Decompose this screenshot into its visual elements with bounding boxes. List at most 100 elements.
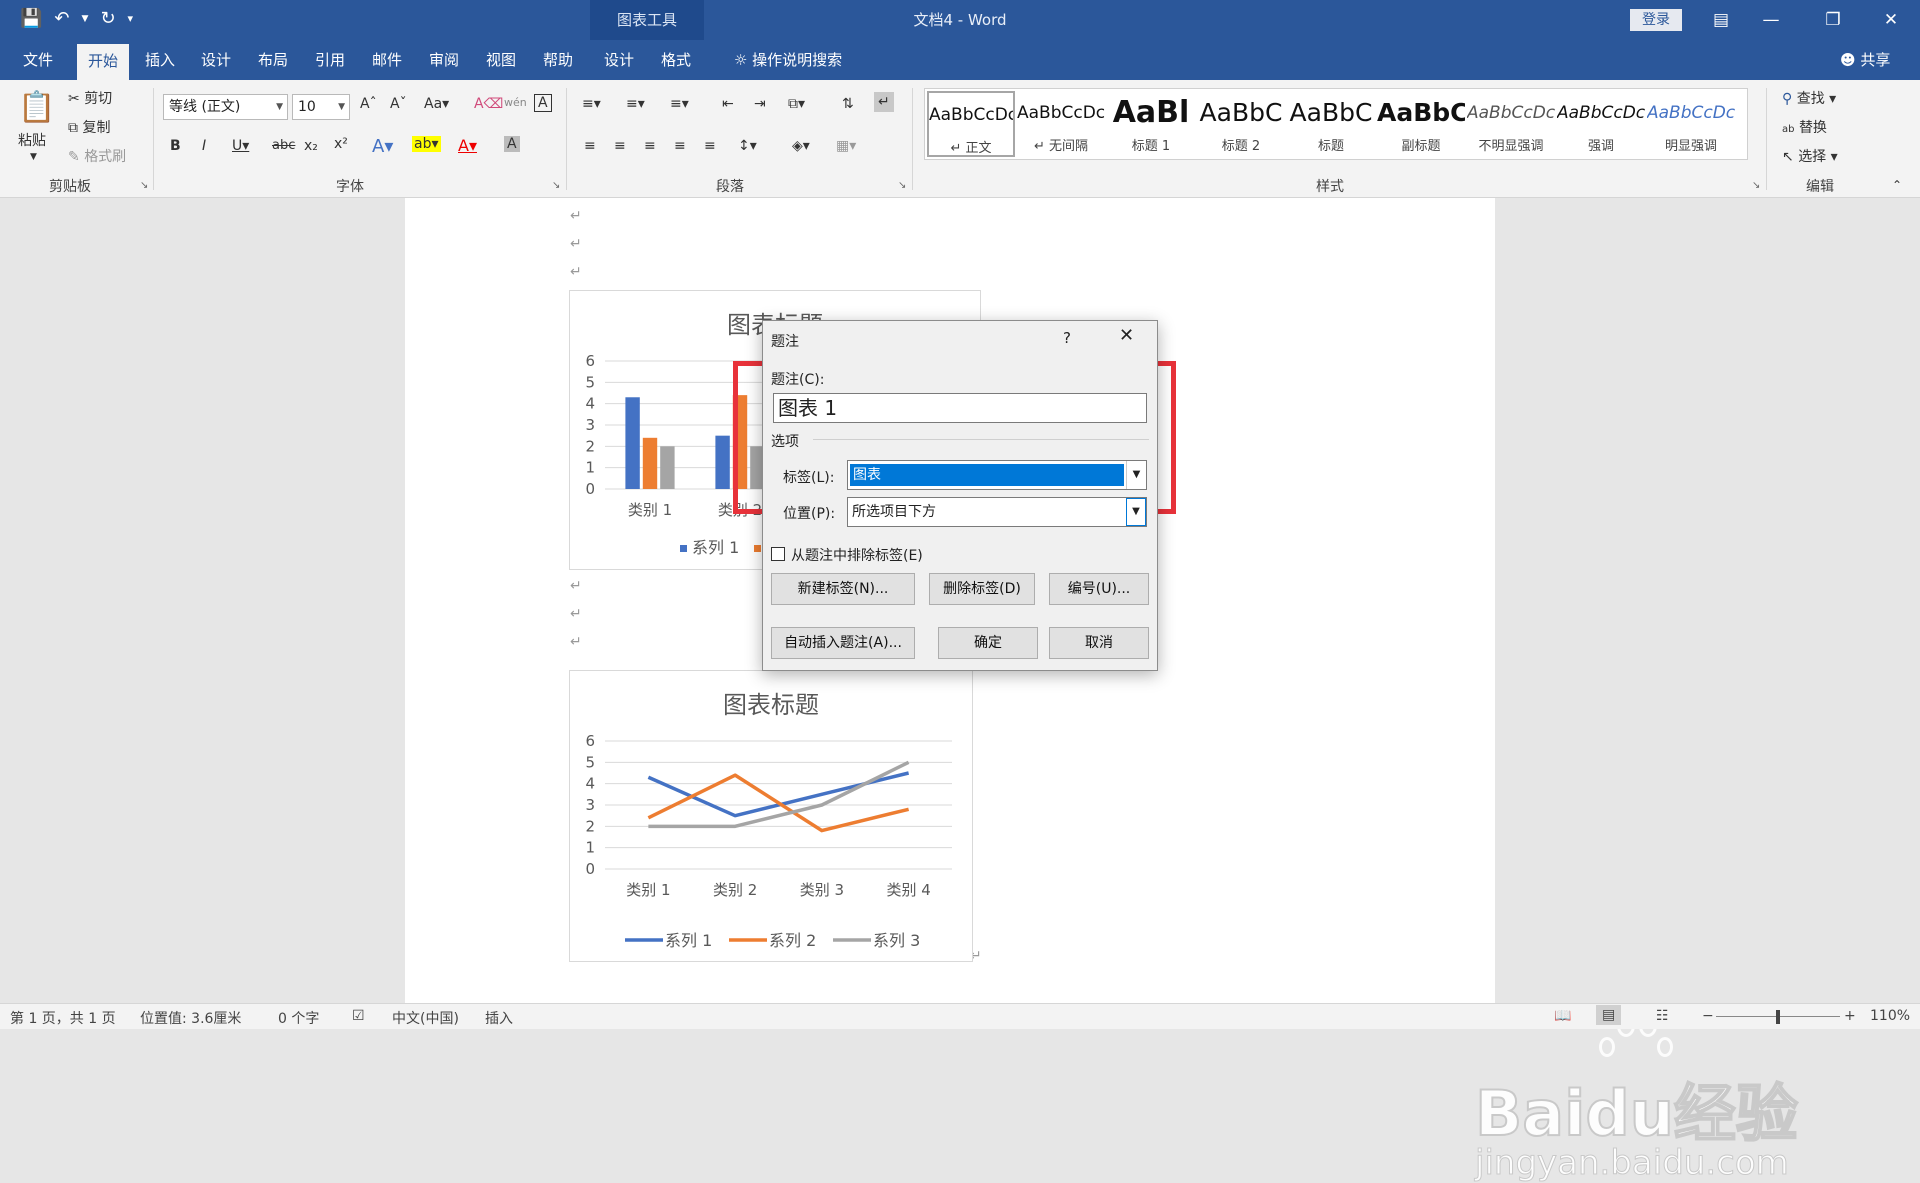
change-case-icon[interactable]: Aa▾ <box>424 96 449 112</box>
style-intense-emphasis[interactable]: AaBbCcDc 明显强调 <box>1647 91 1735 157</box>
tell-me-search[interactable]: ☼ 操作说明搜索 <box>718 40 858 80</box>
bold-icon[interactable]: B <box>170 138 181 154</box>
borders-icon[interactable]: ▦▾ <box>836 138 856 154</box>
paste-dropdown-icon[interactable]: ▼ <box>30 152 37 162</box>
help-button[interactable]: ? <box>1063 329 1071 347</box>
align-left-icon[interactable]: ≡ <box>584 138 596 154</box>
strikethrough-icon[interactable]: abc <box>272 138 295 153</box>
highlight-color-icon[interactable]: ab▾ <box>412 136 441 152</box>
paragraph-launcher-icon[interactable]: ↘ <box>898 180 906 191</box>
style-heading-2[interactable]: AaBbC 标题 2 <box>1197 91 1285 157</box>
read-mode-icon[interactable]: 📖 <box>1554 1008 1571 1024</box>
web-layout-icon[interactable]: ☷ <box>1656 1008 1669 1024</box>
style-no-spacing[interactable]: AaBbCcDc ↵ 无间隔 <box>1017 91 1105 157</box>
autocaption-button[interactable]: 自动插入题注(A)... <box>771 627 915 659</box>
minimize-icon[interactable]: — <box>1748 0 1794 40</box>
grow-font-icon[interactable]: Aˆ <box>360 96 377 112</box>
style-heading-1[interactable]: AaBl 标题 1 <box>1107 91 1195 157</box>
style-normal[interactable]: AaBbCcDc ↵ 正文 <box>927 91 1015 157</box>
increase-indent-icon[interactable]: ⇥ <box>754 96 766 112</box>
underline-icon[interactable]: U▾ <box>232 138 249 154</box>
subscript-icon[interactable]: x₂ <box>304 138 318 154</box>
print-layout-icon[interactable]: ▤ <box>1596 1005 1622 1025</box>
distributed-icon[interactable]: ≡ <box>704 138 716 154</box>
position-select[interactable]: 所选项目下方 ▼ <box>847 497 1147 527</box>
tab-file[interactable]: 文件 <box>18 40 58 80</box>
restore-icon[interactable]: ❐ <box>1810 0 1856 40</box>
chinese-layout-icon[interactable]: ⧉▾ <box>788 96 805 112</box>
tab-insert[interactable]: 插入 <box>140 40 180 80</box>
page-count[interactable]: 第 1 页，共 1 页 <box>10 1008 116 1028</box>
cut-button[interactable]: ✂ 剪切 <box>68 88 112 108</box>
close-icon[interactable]: ✕ <box>1868 0 1914 40</box>
sort-icon[interactable]: ⇅ <box>842 96 854 112</box>
tab-mailings[interactable]: 邮件 <box>367 40 407 80</box>
tab-chart-design[interactable]: 设计 <box>599 40 639 80</box>
font-color-icon[interactable]: A▾ <box>458 136 477 155</box>
align-center-icon[interactable]: ≡ <box>614 138 626 154</box>
font-size-combo[interactable]: 10 ▼ <box>292 94 350 120</box>
tab-view[interactable]: 视图 <box>481 40 521 80</box>
show-marks-icon[interactable]: ↵ <box>874 92 894 112</box>
clipboard-launcher-icon[interactable]: ↘ <box>140 180 148 191</box>
align-right-icon[interactable]: ≡ <box>644 138 656 154</box>
share-button[interactable]: ☻ 共享 <box>1840 40 1890 80</box>
zoom-level[interactable]: 110% <box>1870 1008 1910 1024</box>
close-icon[interactable]: ✕ <box>1119 325 1134 346</box>
line-spacing-icon[interactable]: ↕▾ <box>738 138 757 154</box>
character-border-icon[interactable]: A <box>534 94 552 112</box>
replace-button[interactable]: ab 替换 <box>1782 117 1827 137</box>
word-count[interactable]: 0 个字 <box>278 1008 319 1028</box>
style-emphasis[interactable]: AaBbCcDc 强调 <box>1557 91 1645 157</box>
exclude-label-checkbox[interactable] <box>771 547 785 561</box>
zoom-out-icon[interactable]: − <box>1702 1008 1714 1024</box>
numbering-icon[interactable]: ≡▾ <box>626 96 645 112</box>
style-subtitle[interactable]: AaBbC 副标题 <box>1377 91 1465 157</box>
tab-chart-format[interactable]: 格式 <box>656 40 696 80</box>
format-painter-button[interactable]: ✎ 格式刷 <box>68 146 126 166</box>
bullets-icon[interactable]: ≡▾ <box>582 96 601 112</box>
proofing-icon[interactable]: ☑ <box>352 1008 365 1024</box>
line-chart[interactable]: 图表标题 0 1 2 3 4 5 6 类别 1 类别 2 类别 3 类别 4 系列 1 系列 2 系列 3 <box>569 670 973 962</box>
collapse-ribbon-icon[interactable]: ⌃ <box>1892 178 1902 192</box>
styles-launcher-icon[interactable]: ↘ <box>1752 180 1760 191</box>
font-name-combo[interactable]: 等线 (正文) ▼ <box>163 94 288 120</box>
cancel-button[interactable]: 取消 <box>1049 627 1149 659</box>
paste-button[interactable]: 粘贴 <box>18 130 46 150</box>
copy-button[interactable]: ⧉ 复制 <box>68 117 110 137</box>
tab-review[interactable]: 审阅 <box>424 40 464 80</box>
paste-icon[interactable]: 📋 <box>18 90 55 125</box>
tab-design[interactable]: 设计 <box>196 40 236 80</box>
tab-references[interactable]: 引用 <box>310 40 350 80</box>
style-subtle-emphasis[interactable]: AaBbCcDc 不明显强调 <box>1467 91 1555 157</box>
login-button[interactable]: 登录 <box>1630 9 1682 31</box>
multilevel-list-icon[interactable]: ≡▾ <box>670 96 689 112</box>
zoom-in-icon[interactable]: + <box>1844 1008 1856 1024</box>
numbering-button[interactable]: 编号(U)... <box>1049 573 1149 605</box>
select-button[interactable]: ↖ 选择 ▾ <box>1782 146 1838 166</box>
tab-layout[interactable]: 布局 <box>253 40 293 80</box>
text-effects-icon[interactable]: A▾ <box>372 136 393 157</box>
tab-help[interactable]: 帮助 <box>538 40 578 80</box>
caption-input[interactable]: 图表 1 <box>773 393 1147 423</box>
font-launcher-icon[interactable]: ↘ <box>552 180 560 191</box>
shading-icon[interactable]: ◈▾ <box>792 138 810 154</box>
clear-formatting-icon[interactable]: A⌫ <box>474 96 503 112</box>
language[interactable]: 中文(中国) <box>392 1008 459 1028</box>
phonetic-guide-icon[interactable]: wén <box>504 96 527 109</box>
decrease-indent-icon[interactable]: ⇤ <box>722 96 734 112</box>
insert-mode[interactable]: 插入 <box>485 1008 513 1028</box>
vertical-position[interactable]: 位置值: 3.6厘米 <box>140 1008 241 1028</box>
find-button[interactable]: ⚲ 查找 ▾ <box>1782 88 1836 108</box>
label-select[interactable]: 图表 ▼ <box>847 460 1147 490</box>
new-label-button[interactable]: 新建标签(N)... <box>771 573 915 605</box>
ok-button[interactable]: 确定 <box>938 627 1038 659</box>
superscript-icon[interactable]: x² <box>334 136 348 152</box>
italic-icon[interactable]: I <box>202 138 206 154</box>
shrink-font-icon[interactable]: Aˇ <box>390 96 407 112</box>
justify-icon[interactable]: ≡ <box>674 138 686 154</box>
tab-home[interactable]: 开始 <box>77 44 129 80</box>
delete-label-button[interactable]: 删除标签(D) <box>929 573 1035 605</box>
ribbon-display-options-icon[interactable]: ▤ <box>1698 0 1744 40</box>
character-shading-icon[interactable]: A <box>504 136 520 152</box>
